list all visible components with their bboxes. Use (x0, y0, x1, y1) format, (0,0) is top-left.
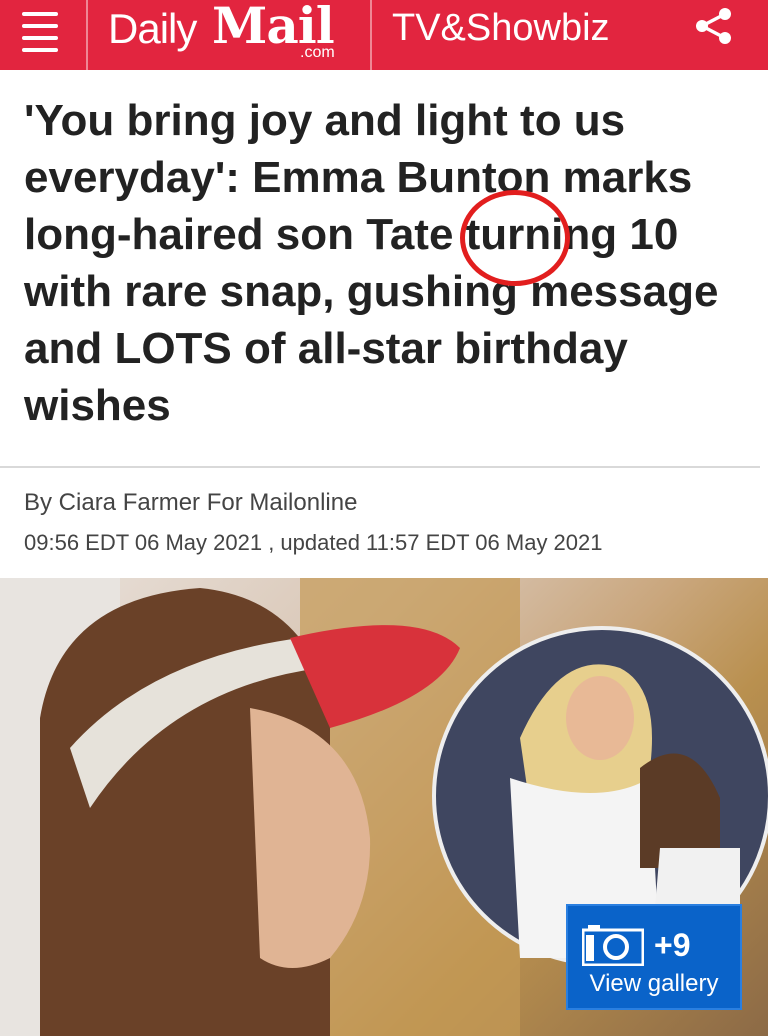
camera-icon (582, 925, 644, 966)
header-divider (370, 0, 372, 70)
gallery-label: View gallery (589, 970, 719, 997)
section-label[interactable]: TV&Showbiz (392, 4, 610, 52)
header-divider (86, 0, 88, 70)
byline[interactable]: By Ciara Farmer For Mailonline (24, 488, 357, 518)
dateline: 09:56 EDT 06 May 2021 , updated 11:57 ED… (24, 530, 603, 555)
share-icon[interactable] (692, 6, 736, 46)
brand-daily[interactable]: Daily (108, 4, 197, 54)
gallery-count: +9 (654, 927, 691, 963)
brand-com: .com (300, 44, 335, 61)
menu-icon[interactable] (22, 10, 58, 54)
divider (0, 466, 760, 468)
annotation-circle (460, 190, 570, 286)
article-headline: 'You bring joy and light to us everyday'… (24, 96, 719, 430)
view-gallery-button[interactable]: +9 View gallery (566, 904, 742, 1010)
top-bar: Daily Mail .com TV&Showbiz (0, 0, 768, 70)
